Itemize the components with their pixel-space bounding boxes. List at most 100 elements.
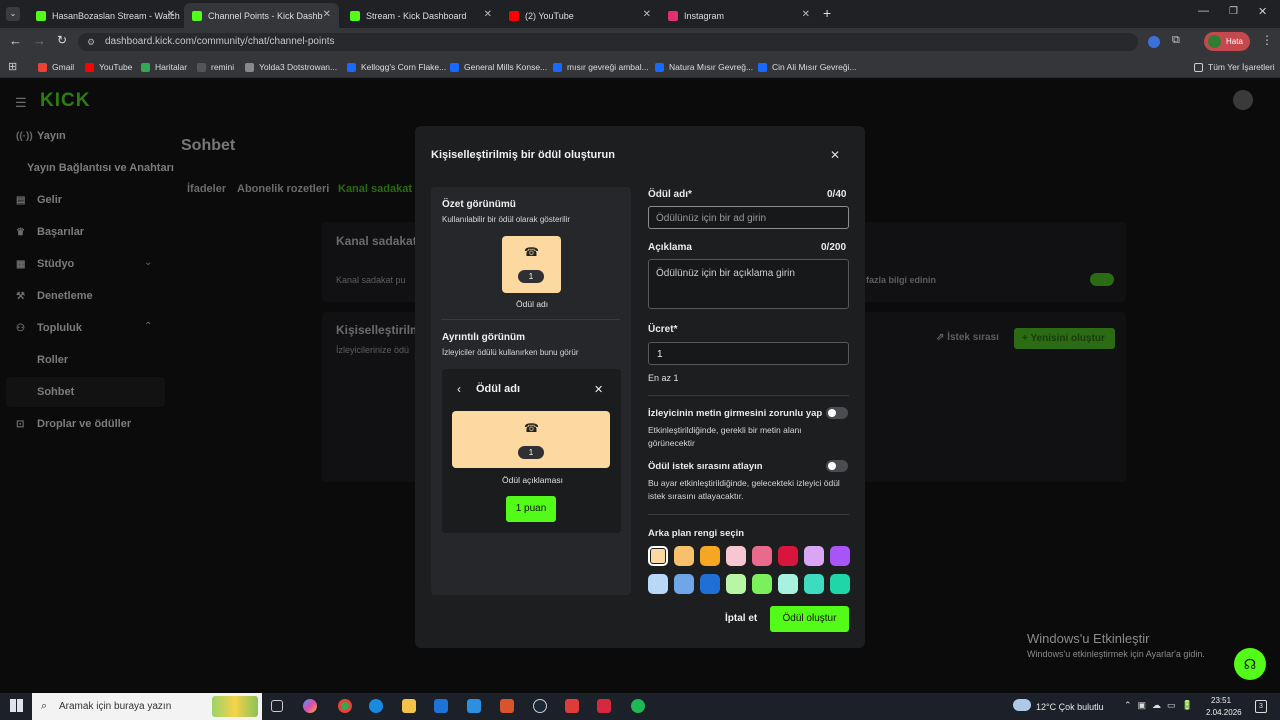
tab-hasanbozaslan[interactable]: HasanBozaslan Stream - Watch ✕ <box>28 3 183 28</box>
sidebar-item-stream-key[interactable]: Yayın Bağlantısı ve Anahtarı <box>27 162 174 174</box>
color-swatch[interactable] <box>700 574 720 594</box>
sidebar-item-studyo[interactable]: ▦ Stüdyo <box>16 258 74 270</box>
sidebar-item-droplar[interactable]: ⊡ Droplar ve ödüller <box>16 418 131 430</box>
taskbar-search-input[interactable]: ⌕ Aramak için buraya yazın <box>32 693 262 720</box>
kick-logo[interactable]: KICK <box>40 90 90 112</box>
reward-name-input[interactable]: Ödülünüz için bir ad girin <box>648 206 849 229</box>
menu-dots-icon[interactable]: ⋮ <box>1261 33 1273 47</box>
close-tab-icon[interactable]: ✕ <box>484 9 492 20</box>
bookmark-youtube[interactable]: YouTube <box>85 62 132 72</box>
color-swatch[interactable] <box>778 574 798 594</box>
close-tab-icon[interactable]: ✕ <box>323 9 331 20</box>
bookmark-gmail[interactable]: Gmail <box>38 62 74 72</box>
description-textarea[interactable]: Ödülünüz için bir açıklama girin <box>648 259 849 309</box>
color-swatch[interactable] <box>804 546 824 566</box>
close-tab-icon[interactable]: ✕ <box>643 9 651 20</box>
tray-icons[interactable]: ⌃▣☁▭🔋 <box>1124 700 1199 711</box>
app-red-icon[interactable] <box>565 699 579 713</box>
request-queue-button[interactable]: ⇗ İstek sırası <box>936 332 999 343</box>
bookmark-maps[interactable]: Haritalar <box>141 62 187 72</box>
windows-start-icon[interactable] <box>10 699 23 712</box>
bookmark-cin-ali[interactable]: Cin Ali Mısır Gevreği... <box>758 62 857 72</box>
color-swatch[interactable] <box>648 546 668 566</box>
color-swatch[interactable] <box>804 574 824 594</box>
color-swatch[interactable] <box>830 574 850 594</box>
bookmark-yolda3[interactable]: Yolda3 Dotstrowan... <box>245 62 337 72</box>
edge-icon[interactable] <box>369 699 383 713</box>
tab-instagram[interactable]: Instagram ✕ <box>660 3 818 28</box>
sidebar-item-sohbet[interactable]: Sohbet <box>37 386 74 398</box>
apps-grid-icon[interactable]: ⊞ <box>8 60 17 73</box>
color-swatch[interactable] <box>674 574 694 594</box>
file-explorer-icon[interactable] <box>402 699 416 713</box>
user-avatar[interactable] <box>1233 90 1253 110</box>
color-swatch[interactable] <box>674 546 694 566</box>
require-text-toggle[interactable] <box>826 407 848 419</box>
close-window-icon[interactable]: ✕ <box>1258 5 1267 18</box>
spotify-icon[interactable] <box>631 699 645 713</box>
chevron-up-icon[interactable]: ⌃ <box>144 321 152 332</box>
close-tab-icon[interactable]: ✕ <box>167 9 175 20</box>
close-modal-icon[interactable]: ✕ <box>830 148 840 162</box>
hamburger-menu-icon[interactable]: ☰ <box>15 95 27 111</box>
back-chevron-icon[interactable]: ‹ <box>457 382 461 396</box>
color-swatch[interactable] <box>726 546 746 566</box>
extension-icon[interactable] <box>1148 36 1160 48</box>
chevron-down-icon[interactable]: ⌄ <box>144 257 152 268</box>
new-tab-button[interactable]: + <box>823 5 831 21</box>
cancel-button[interactable]: İptal et <box>725 613 757 624</box>
detail-close-icon[interactable]: ✕ <box>594 383 603 396</box>
sidebar-item-sohbet-active[interactable] <box>6 377 165 407</box>
tab-channel-points[interactable]: Channel Points - Kick Dashboard ✕ <box>184 3 339 28</box>
clock-time[interactable]: 23:51 <box>1211 696 1231 705</box>
app-icon[interactable] <box>500 699 514 713</box>
store-icon[interactable] <box>467 699 481 713</box>
steam-icon[interactable] <box>533 699 547 713</box>
learn-more-link[interactable]: fazla bilgi edinin <box>866 275 936 285</box>
tab-abonelik[interactable]: Abonelik rozetleri <box>237 183 329 195</box>
create-new-button[interactable]: + Yenisini oluştur <box>1014 328 1115 349</box>
forward-icon[interactable]: → <box>33 33 46 48</box>
close-tab-icon[interactable]: ✕ <box>802 9 810 20</box>
tab-search-icon[interactable]: ⌄ <box>6 7 20 21</box>
notification-icon[interactable]: 3 <box>1255 700 1267 713</box>
weather-icon[interactable] <box>1013 699 1031 711</box>
site-info-icon[interactable]: ⚙ <box>87 33 95 51</box>
all-bookmarks[interactable]: Tüm Yer İşaretleri <box>1194 62 1275 72</box>
sidebar-item-denetleme[interactable]: ⚒ Denetleme <box>16 290 93 302</box>
sidebar-item-topluluk[interactable]: ⚇ Topluluk <box>16 322 82 334</box>
color-swatch[interactable] <box>648 574 668 594</box>
create-reward-button[interactable]: Ödül oluştur <box>770 606 849 632</box>
extensions-puzzle-icon[interactable]: ⧉ <box>1172 34 1180 47</box>
chrome-icon[interactable] <box>338 699 352 713</box>
minimize-icon[interactable]: — <box>1198 5 1209 17</box>
skip-queue-toggle[interactable] <box>826 460 848 472</box>
tab-kanal-sadakat[interactable]: Kanal sadakat p <box>338 183 422 195</box>
reload-icon[interactable]: ↻ <box>57 33 67 47</box>
bookmark-kelloggs[interactable]: Kellogg's Corn Flake... <box>347 62 446 72</box>
weather-text[interactable]: 12°C Çok bulutlu <box>1036 702 1104 712</box>
clock-date[interactable]: 2.04.2026 <box>1206 708 1242 717</box>
sidebar-item-basarilar[interactable]: ♛ Başarılar <box>16 226 84 238</box>
loyalty-toggle[interactable] <box>1090 273 1114 286</box>
bookmark-misir-gevregi[interactable]: mısır gevreği ambal... <box>553 62 649 72</box>
bookmark-remini[interactable]: remini <box>197 62 234 72</box>
copilot-icon[interactable] <box>303 699 317 713</box>
sidebar-item-gelir[interactable]: ▤ Gelir <box>16 194 62 206</box>
color-swatch[interactable] <box>700 546 720 566</box>
color-swatch[interactable] <box>830 546 850 566</box>
bookmark-natura[interactable]: Natura Mısır Gevreğ... <box>655 62 753 72</box>
back-icon[interactable]: ← <box>9 33 22 48</box>
maximize-icon[interactable]: ❐ <box>1229 6 1238 17</box>
sidebar-item-yayin[interactable]: ((·)) Yayın <box>16 130 66 142</box>
cost-input[interactable]: 1 <box>648 342 849 365</box>
tab-stream[interactable]: Stream - Kick Dashboard ✕ <box>342 3 500 28</box>
task-view-icon[interactable] <box>271 700 283 712</box>
app-pink-icon[interactable] <box>597 699 611 713</box>
color-swatch[interactable] <box>752 546 772 566</box>
tab-ifadeler[interactable]: İfadeler <box>187 183 226 195</box>
bookmark-general-mills[interactable]: General Mills Konse... <box>450 62 547 72</box>
tab-youtube[interactable]: (2) YouTube ✕ <box>501 3 659 28</box>
color-swatch[interactable] <box>778 546 798 566</box>
color-swatch[interactable] <box>726 574 746 594</box>
